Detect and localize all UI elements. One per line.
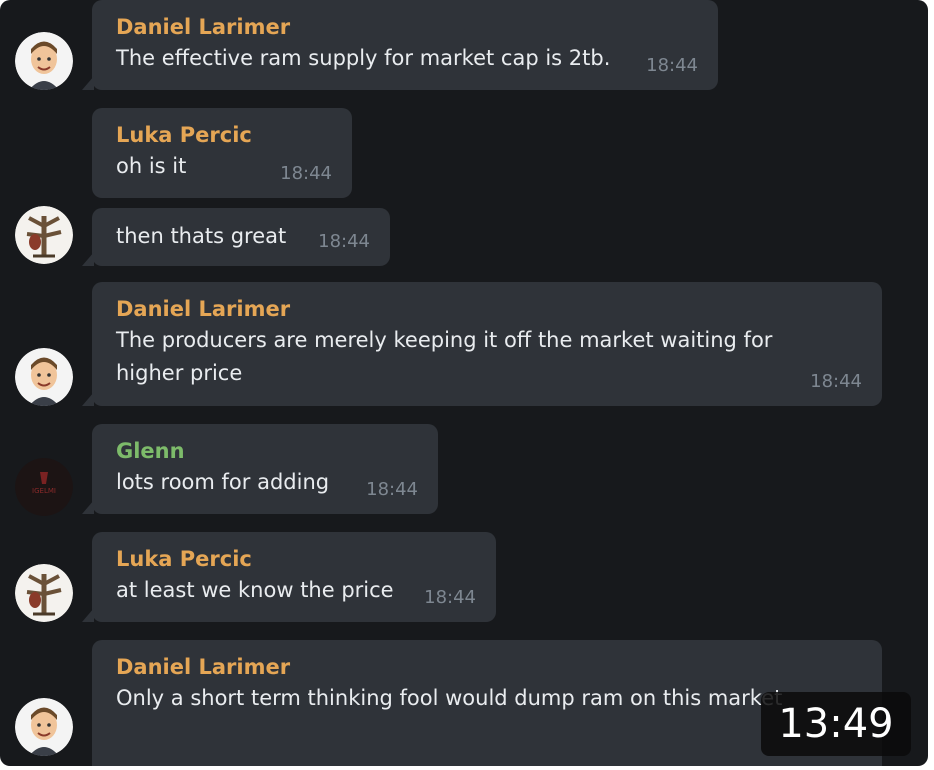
message-bubble[interactable]: then thats great 18:44 bbox=[82, 208, 390, 266]
sender-name[interactable]: Daniel Larimer bbox=[116, 294, 858, 324]
message-time: 18:44 bbox=[646, 55, 698, 76]
message-time: 18:44 bbox=[280, 163, 332, 184]
sender-name[interactable]: Luka Percic bbox=[116, 120, 328, 150]
message-bubble[interactable]: Luka Percic oh is it 18:44 bbox=[92, 108, 352, 198]
avatar-glenn-text: IGELMI bbox=[32, 487, 56, 495]
avatar-luka-percic[interactable] bbox=[15, 564, 73, 622]
message-bubble[interactable]: Luka Percic at least we know the price 1… bbox=[82, 532, 496, 622]
avatar-daniel-larimer[interactable] bbox=[15, 32, 73, 90]
message-time: 18:44 bbox=[366, 479, 418, 500]
avatar-glenn[interactable]: IGELMI bbox=[15, 458, 73, 516]
sender-name[interactable]: Daniel Larimer bbox=[116, 12, 694, 42]
avatar-daniel-larimer[interactable] bbox=[15, 348, 73, 406]
message-time: 18:44 bbox=[424, 587, 476, 608]
sender-name[interactable]: Glenn bbox=[116, 436, 414, 466]
message-bubble[interactable]: Daniel Larimer The producers are merely … bbox=[82, 282, 882, 406]
message-text: The producers are merely keeping it off … bbox=[116, 328, 773, 352]
message-time: 18:44 bbox=[810, 371, 862, 392]
message-text: The effective ram supply for market cap … bbox=[116, 46, 611, 70]
message-text-line-2: higher price bbox=[116, 361, 243, 385]
sender-name[interactable]: Luka Percic bbox=[116, 544, 472, 574]
message-time: 18:44 bbox=[318, 231, 370, 252]
sender-name[interactable]: Daniel Larimer bbox=[116, 652, 858, 682]
chat-window: Daniel Larimer The effective ram supply … bbox=[0, 0, 928, 766]
avatar-luka-percic[interactable] bbox=[15, 206, 73, 264]
video-timestamp-overlay: 13:49 bbox=[761, 692, 911, 756]
message-text: at least we know the price bbox=[116, 578, 394, 602]
avatar-daniel-larimer[interactable] bbox=[15, 698, 73, 756]
message-bubble[interactable]: Glenn lots room for adding 18:44 bbox=[82, 424, 438, 514]
message-bubble[interactable]: Daniel Larimer The effective ram supply … bbox=[82, 0, 718, 90]
message-text: Only a short term thinking fool would du… bbox=[116, 686, 783, 710]
